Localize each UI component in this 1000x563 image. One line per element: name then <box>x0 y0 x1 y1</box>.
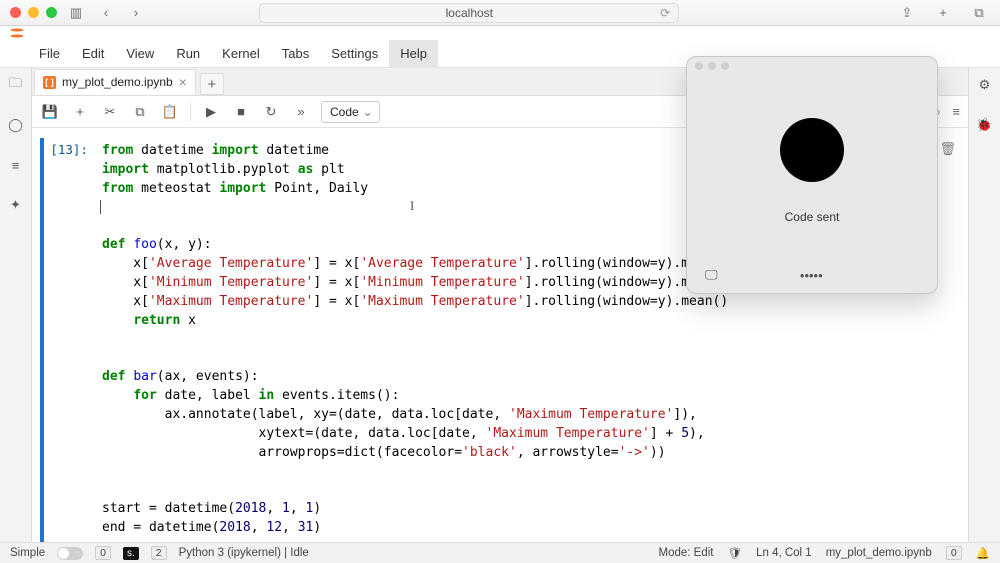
cell-type-label: Code <box>330 105 359 119</box>
jupyter-logo-icon <box>8 28 26 38</box>
status-right-count[interactable]: 0 <box>946 546 962 560</box>
trusted-shield-icon[interactable]: 🛡 <box>727 546 742 560</box>
toolbar-menu-icon[interactable]: ≡ <box>952 104 960 119</box>
tab-close-button[interactable]: × <box>179 75 187 89</box>
display-icon[interactable]: 🖵 <box>705 267 718 283</box>
window-controls <box>10 7 57 18</box>
interrupt-kernel-button[interactable]: ■ <box>231 102 251 122</box>
property-inspector-icon[interactable]: ⚙ <box>976 76 994 94</box>
status-left-count[interactable]: 0 <box>95 546 111 560</box>
activity-bar-left: 🗀 ◯ ≡ ✦ <box>0 68 32 542</box>
menu-tabs[interactable]: Tabs <box>271 40 320 67</box>
close-window-button[interactable] <box>10 7 21 18</box>
sidebar-toggle-icon[interactable]: ▥ <box>65 4 87 22</box>
kernel-count[interactable]: 2 <box>151 546 167 560</box>
debugger-icon[interactable]: 🐞 <box>976 116 994 134</box>
menu-edit[interactable]: Edit <box>71 40 115 67</box>
simple-mode-label: Simple <box>10 547 45 559</box>
reload-icon[interactable]: ⟳ <box>660 6 670 20</box>
minimize-window-button[interactable] <box>28 7 39 18</box>
restart-run-all-button[interactable]: » <box>291 102 311 122</box>
menu-kernel[interactable]: Kernel <box>211 40 271 67</box>
execution-count: [13]: <box>44 138 98 542</box>
popup-footer-dots: ••••• <box>800 268 823 283</box>
nav-back-button[interactable]: ‹ <box>95 4 117 22</box>
status-file-name: my_plot_demo.ipynb <box>826 547 932 559</box>
notebook-file-icon: [ ] <box>43 76 56 89</box>
popup-message: Code sent <box>785 210 840 224</box>
popup-dot-icon <box>708 62 716 70</box>
status-bar: Simple 0 s. 2 Python 3 (ipykernel) | Idl… <box>0 542 1000 563</box>
toc-icon[interactable]: ≡ <box>7 156 25 174</box>
popup-dot-icon <box>695 62 703 70</box>
save-button[interactable]: 💾 <box>40 102 60 122</box>
notifications-icon[interactable]: 🔔 <box>976 546 990 560</box>
menu-file[interactable]: File <box>28 40 71 67</box>
restart-kernel-button[interactable]: ↻ <box>261 102 281 122</box>
tabs-overview-icon[interactable]: ⧉ <box>968 4 990 22</box>
menu-settings[interactable]: Settings <box>320 40 389 67</box>
share-icon[interactable]: ⇪ <box>896 4 918 22</box>
mode-indicator: Mode: Edit <box>658 547 713 559</box>
nav-forward-button[interactable]: › <box>125 4 147 22</box>
simple-mode-toggle[interactable] <box>57 547 83 560</box>
paste-cell-button[interactable]: 📋 <box>160 102 180 122</box>
menu-help[interactable]: Help <box>389 40 438 67</box>
extensions-icon[interactable]: ✦ <box>7 196 25 214</box>
menu-run[interactable]: Run <box>165 40 211 67</box>
url-bar[interactable]: localhost ⟳ <box>259 3 679 23</box>
running-kernels-icon[interactable]: ◯ <box>7 116 25 134</box>
file-browser-icon[interactable]: 🗀 <box>7 76 25 94</box>
popup-titlebar[interactable] <box>687 57 937 75</box>
cut-cell-button[interactable]: ✂ <box>100 102 120 122</box>
new-tab-button[interactable]: + <box>200 73 224 95</box>
activity-bar-right: ⚙ 🐞 <box>968 68 1000 542</box>
run-cell-button[interactable]: ▶ <box>201 102 221 122</box>
popup-dot-icon <box>721 62 729 70</box>
kernel-status-text[interactable]: Python 3 (ipykernel) | Idle <box>179 547 309 559</box>
copy-cell-button[interactable]: ⧉ <box>130 102 150 122</box>
text-cursor <box>100 200 101 214</box>
cursor-position: Ln 4, Col 1 <box>756 547 812 559</box>
record-indicator-icon <box>780 118 844 182</box>
new-tab-icon[interactable]: + <box>932 4 954 22</box>
menu-view[interactable]: View <box>115 40 165 67</box>
browser-chrome: ▥ ‹ › localhost ⟳ ⇪ + ⧉ <box>0 0 1000 26</box>
url-text: localhost <box>446 6 493 20</box>
cell-type-select[interactable]: Code <box>321 101 380 123</box>
tab-title: my_plot_demo.ipynb <box>62 75 173 89</box>
maximize-window-button[interactable] <box>46 7 57 18</box>
insert-cell-button[interactable]: + <box>70 102 90 122</box>
jupyter-logo-row <box>0 26 1000 40</box>
code-sent-popup: Code sent 🖵 ••••• <box>686 56 938 294</box>
kernel-badge[interactable]: s. <box>123 547 139 560</box>
notebook-tab[interactable]: [ ] my_plot_demo.ipynb × <box>34 69 196 95</box>
mouse-ibeam-cursor: I <box>410 197 414 216</box>
delete-cell-icon[interactable]: 🗑 <box>939 141 956 542</box>
